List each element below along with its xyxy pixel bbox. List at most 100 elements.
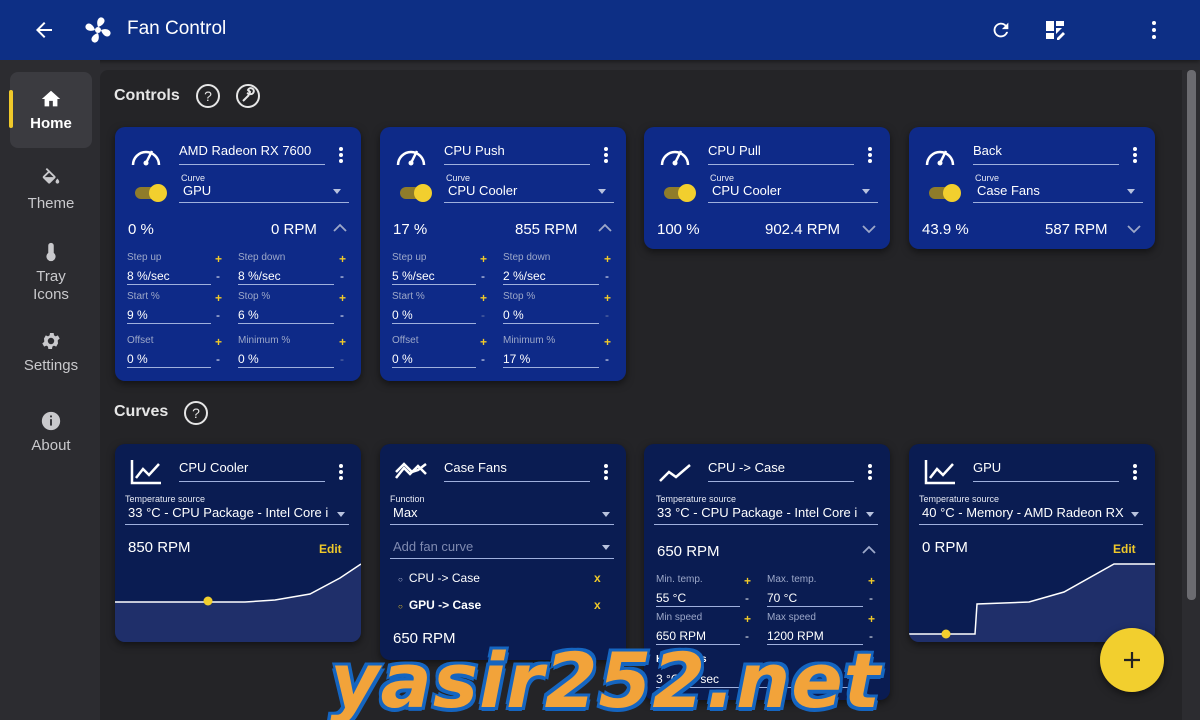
temp-source-select[interactable]: 33 °C - CPU Package - Intel Core i — [654, 505, 878, 525]
curve-select[interactable]: CPU Cooler — [444, 183, 614, 203]
step-up-field[interactable]: 8 %/sec — [127, 269, 211, 285]
curve-name[interactable]: CPU -> Case — [708, 460, 854, 482]
stop-minus[interactable]: - — [340, 308, 344, 322]
enable-toggle[interactable] — [400, 184, 432, 202]
offset-plus[interactable]: + — [480, 335, 487, 349]
step-up-minus[interactable]: - — [216, 269, 220, 283]
control-name[interactable]: AMD Radeon RX 7600 — [179, 143, 325, 165]
edit-button[interactable]: Edit — [1113, 542, 1136, 556]
temp-source-select[interactable]: 40 °C - Memory - AMD Radeon RX — [919, 505, 1143, 525]
chevron-up-icon[interactable] — [333, 223, 347, 233]
min-temp-minus[interactable]: - — [745, 591, 749, 605]
stop-minus[interactable]: - — [605, 308, 609, 322]
stop-plus[interactable]: + — [604, 291, 611, 305]
enable-toggle[interactable] — [664, 184, 696, 202]
curve-select[interactable]: GPU — [179, 183, 349, 203]
step-down-plus[interactable]: + — [339, 252, 346, 266]
min-temp-plus[interactable]: + — [744, 574, 751, 588]
chevron-up-icon[interactable] — [862, 545, 876, 555]
min-temp-field[interactable]: 55 °C — [656, 591, 740, 607]
control-name[interactable]: CPU Push — [444, 143, 590, 165]
more-vertical-icon[interactable] — [598, 462, 614, 482]
scroll-thumb[interactable] — [1187, 70, 1196, 600]
offset-field[interactable]: 0 % — [392, 352, 476, 368]
curve-select[interactable]: Case Fans — [973, 183, 1143, 203]
step-up-minus[interactable]: - — [481, 269, 485, 283]
remove-member-button[interactable]: x — [594, 571, 601, 585]
arrow-left-icon — [36, 22, 52, 38]
sidebar-item-tray-icons[interactable]: Tray Icons — [10, 232, 92, 312]
more-vertical-icon[interactable] — [862, 462, 878, 482]
stop-field[interactable]: 6 % — [238, 308, 334, 324]
minimum-field[interactable]: 17 % — [503, 352, 599, 368]
curve-select[interactable]: CPU Cooler — [708, 183, 878, 203]
temp-source-select[interactable]: 33 °C - CPU Package - Intel Core i — [125, 505, 349, 525]
minimum-plus[interactable]: + — [339, 335, 346, 349]
more-vertical-icon[interactable] — [862, 145, 878, 165]
minimum-minus[interactable]: - — [340, 352, 344, 366]
sidebar-item-theme[interactable]: Theme — [10, 152, 92, 228]
sidebar-item-home[interactable]: Home — [9, 72, 92, 148]
sidebar-item-about[interactable]: About — [10, 394, 92, 470]
offset-field[interactable]: 0 % — [127, 352, 211, 368]
function-select[interactable]: Max — [390, 505, 614, 525]
curve-name[interactable]: Case Fans — [444, 460, 590, 482]
sidebar-item-settings[interactable]: Settings — [10, 314, 92, 390]
minimum-plus[interactable]: + — [604, 335, 611, 349]
more-vertical-icon[interactable] — [1127, 462, 1143, 482]
chevron-down-icon[interactable] — [862, 224, 876, 234]
step-down-field[interactable]: 2 %/sec — [503, 269, 599, 285]
step-down-plus[interactable]: + — [604, 252, 611, 266]
more-vertical-icon[interactable] — [333, 145, 349, 165]
remove-member-button[interactable]: x — [594, 598, 601, 612]
curve-name[interactable]: CPU Cooler — [179, 460, 325, 482]
enable-toggle[interactable] — [929, 184, 961, 202]
offset-minus[interactable]: - — [481, 352, 485, 366]
start-plus[interactable]: + — [215, 291, 222, 305]
more-vertical-icon[interactable] — [1127, 145, 1143, 165]
curve-name[interactable]: GPU — [973, 460, 1119, 482]
add-button[interactable] — [1100, 628, 1164, 692]
wrench-icon[interactable] — [235, 83, 261, 109]
chevron-down-icon[interactable] — [1127, 224, 1141, 234]
step-down-minus[interactable]: - — [340, 269, 344, 283]
layout-button[interactable] — [1039, 14, 1071, 46]
offset-plus[interactable]: + — [215, 335, 222, 349]
max-temp-field[interactable]: 70 °C — [767, 591, 863, 607]
start-field[interactable]: 9 % — [127, 308, 211, 324]
minimum-minus[interactable]: - — [605, 352, 609, 366]
max-temp-plus[interactable]: + — [868, 574, 875, 588]
add-fan-curve-select[interactable]: Add fan curve — [390, 539, 614, 559]
enable-toggle[interactable] — [135, 184, 167, 202]
start-field[interactable]: 0 % — [392, 308, 476, 324]
control-name[interactable]: Back — [973, 143, 1119, 165]
back-button[interactable] — [28, 14, 60, 46]
step-down-field[interactable]: 8 %/sec — [238, 269, 334, 285]
stop-plus[interactable]: + — [339, 291, 346, 305]
more-vertical-icon[interactable] — [333, 462, 349, 482]
step-up-plus[interactable]: + — [215, 252, 222, 266]
stop-field[interactable]: 0 % — [503, 308, 599, 324]
edit-button[interactable]: Edit — [319, 542, 342, 556]
help-circle-icon[interactable]: ? — [195, 83, 221, 109]
min-speed-plus[interactable]: + — [744, 612, 751, 626]
max-speed-plus[interactable]: + — [868, 612, 875, 626]
chevron-up-icon[interactable] — [598, 223, 612, 233]
max-temp-minus[interactable]: - — [869, 591, 873, 605]
more-vertical-icon[interactable] — [598, 145, 614, 165]
step-up-plus[interactable]: + — [480, 252, 487, 266]
step-up-field[interactable]: 5 %/sec — [392, 269, 476, 285]
step-down-minus[interactable]: - — [605, 269, 609, 283]
start-minus[interactable]: - — [481, 308, 485, 322]
control-name[interactable]: CPU Pull — [708, 143, 854, 165]
minimum-field[interactable]: 0 % — [238, 352, 334, 368]
start-plus[interactable]: + — [480, 291, 487, 305]
refresh-button[interactable] — [985, 14, 1017, 46]
scrollbar[interactable] — [1183, 70, 1200, 720]
control-card: Back Curve Case Fans 43.9 % 587 RPM — [909, 127, 1155, 249]
offset-minus[interactable]: - — [216, 352, 220, 366]
control-card: CPU Pull Curve CPU Cooler 100 % 902.4 RP… — [644, 127, 890, 249]
start-minus[interactable]: - — [216, 308, 220, 322]
overflow-menu-button[interactable] — [1138, 14, 1170, 46]
help-circle-icon[interactable]: ? — [183, 400, 209, 426]
